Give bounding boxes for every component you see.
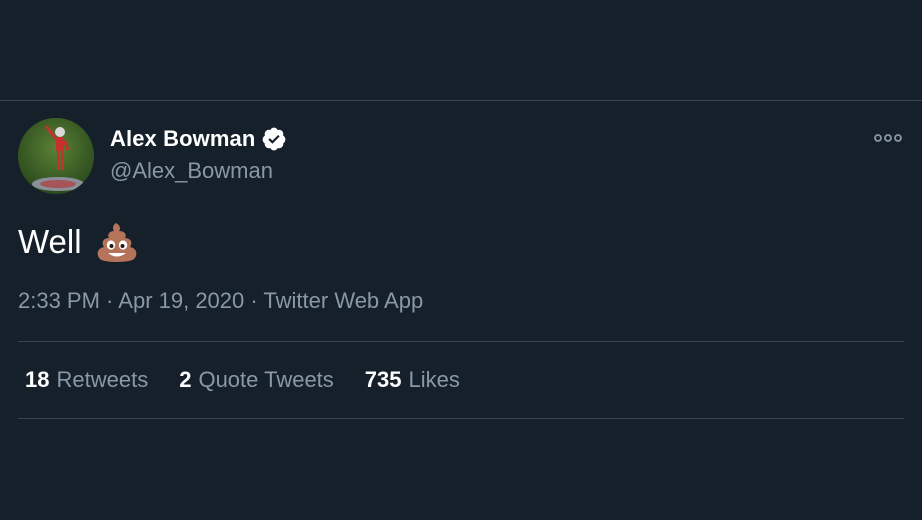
quote-tweets-label: Quote Tweets bbox=[198, 367, 334, 392]
tweet-source[interactable]: Twitter Web App bbox=[263, 288, 423, 313]
retweets-count: 18 bbox=[25, 367, 50, 392]
tweet-metadata: 2:33 PM · Apr 19, 2020 · Twitter Web App bbox=[18, 288, 423, 314]
avatar[interactable] bbox=[18, 118, 94, 194]
more-options-icon[interactable] bbox=[873, 131, 903, 145]
meta-separator-2: · bbox=[244, 288, 264, 313]
tweet-text-content: Well bbox=[18, 223, 82, 260]
quote-tweets-stat[interactable]: 2 Quote Tweets bbox=[179, 367, 334, 393]
author-handle[interactable]: @Alex_Bowman bbox=[110, 158, 273, 184]
likes-label: Likes bbox=[408, 367, 460, 392]
stats-bottom-divider bbox=[18, 418, 904, 419]
display-name[interactable]: Alex Bowman bbox=[110, 126, 255, 152]
verified-badge-icon bbox=[261, 126, 287, 152]
meta-separator: · bbox=[99, 288, 119, 313]
likes-stat[interactable]: 735 Likes bbox=[365, 367, 460, 393]
retweets-label: Retweets bbox=[56, 367, 149, 392]
author-name-row: Alex Bowman bbox=[110, 126, 287, 152]
retweets-stat[interactable]: 18 Retweets bbox=[25, 367, 148, 393]
likes-count: 735 bbox=[364, 367, 402, 392]
tweet-text: Well bbox=[18, 219, 140, 265]
stats-top-divider bbox=[18, 341, 904, 342]
avatar-photo bbox=[18, 118, 94, 194]
pile-of-poo-icon bbox=[94, 219, 140, 265]
quote-tweets-count: 2 bbox=[179, 367, 192, 392]
tweet-date[interactable]: Apr 19, 2020 bbox=[118, 288, 244, 313]
tweet-time[interactable]: 2:33 PM bbox=[18, 288, 100, 313]
tweet-card: Alex Bowman @Alex_Bowman Well 2:33 PM · … bbox=[0, 101, 922, 520]
tweet-stats: 18 Retweets 2 Quote Tweets 735 Likes bbox=[25, 367, 491, 393]
